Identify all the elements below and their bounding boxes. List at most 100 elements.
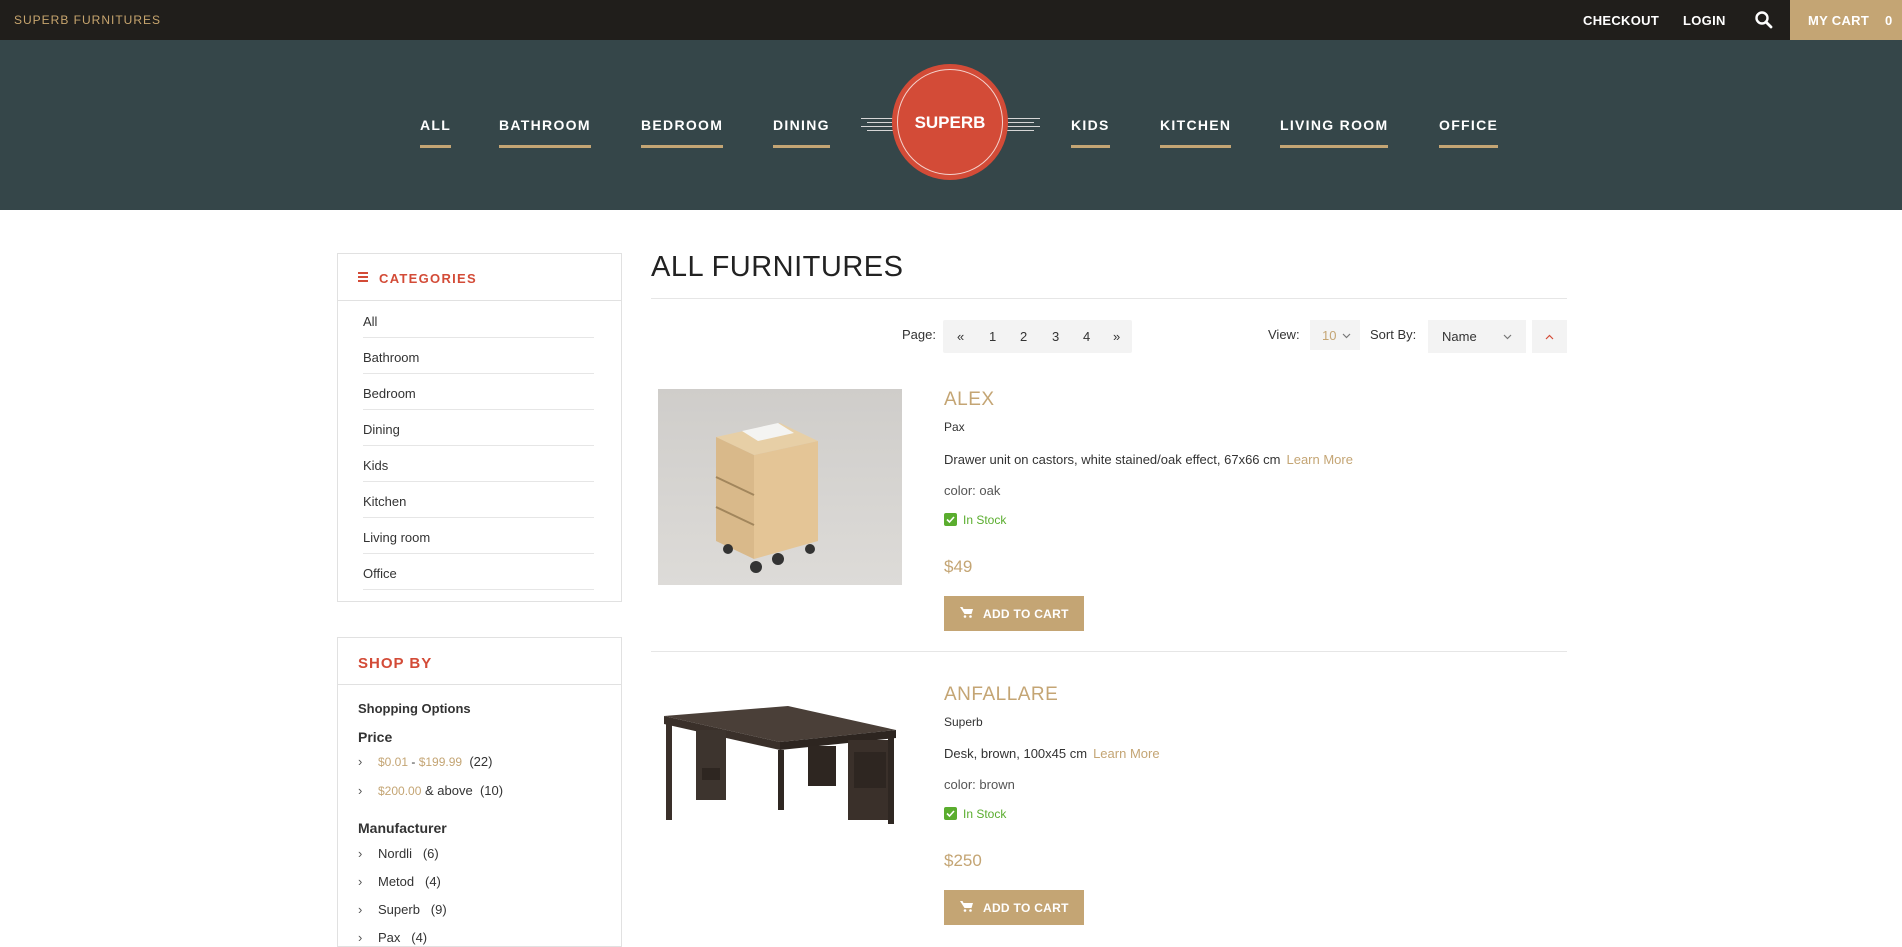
sort-select-value: Name: [1442, 329, 1477, 344]
product-price: $250: [944, 851, 982, 870]
manufacturer-option[interactable]: › Pax (4): [358, 930, 427, 945]
product-divider: [651, 651, 1567, 652]
page-label: Page:: [902, 327, 936, 342]
product-color: color: brown: [944, 777, 1015, 792]
login-link[interactable]: LOGIN: [1683, 13, 1726, 28]
nav-item-office[interactable]: OFFICE: [1439, 117, 1499, 148]
category-item-all[interactable]: All: [363, 302, 594, 338]
category-item-kitchen[interactable]: Kitchen: [363, 482, 594, 518]
category-item-dining[interactable]: Dining: [363, 410, 594, 446]
product-title-anfallare[interactable]: ANFALLARE: [944, 684, 1058, 706]
pagination-page-2[interactable]: 2: [1020, 329, 1027, 344]
product-image-anfallare[interactable]: [658, 680, 902, 876]
add-to-cart-label: ADD TO CART: [983, 607, 1069, 621]
pagination: « 1 2 3 4 »: [943, 320, 1132, 353]
nav-item-living-room[interactable]: LIVING ROOM: [1280, 117, 1389, 148]
pagination-page-4[interactable]: 4: [1083, 329, 1090, 344]
product-brand: Superb: [944, 715, 983, 729]
nav-item-label: KIDS: [1071, 117, 1110, 133]
superb-logo[interactable]: SUPERB: [892, 64, 1008, 180]
chevron-right-icon: ›: [358, 846, 363, 861]
chevron-right-icon: ›: [358, 930, 363, 945]
view-select-value: 10: [1322, 328, 1337, 343]
categories-header: CATEGORIES: [338, 254, 621, 301]
cart-icon: [960, 607, 973, 618]
price-filter-label: Price: [358, 729, 393, 745]
category-item-bathroom[interactable]: Bathroom: [363, 338, 594, 374]
nav-item-label: ALL: [420, 117, 452, 133]
categories-title: CATEGORIES: [379, 271, 477, 286]
page-title: ALL FURNITURES: [651, 251, 904, 283]
price-filter-option-1[interactable]: › $0.01 - $199.99 (22): [358, 754, 492, 769]
view-label: View:: [1268, 327, 1300, 342]
cart-count: 0: [1885, 13, 1893, 28]
check-icon: [944, 513, 957, 526]
product-description: Desk, brown, 100x45 cm Learn More: [944, 746, 1160, 761]
sort-label: Sort By:: [1370, 327, 1417, 342]
product-color: color: oak: [944, 483, 1001, 498]
pagination-page-3[interactable]: 3: [1052, 329, 1059, 344]
category-item-living-room[interactable]: Living room: [363, 518, 594, 554]
stock-status: In Stock: [944, 807, 1006, 821]
logo-text: SUPERB: [914, 113, 986, 132]
categories-panel: CATEGORIES All Bathroom Bedroom Dining K…: [337, 253, 622, 602]
price-filter-option-2[interactable]: › $200.00 & above (10): [358, 783, 503, 798]
nav-item-label: KITCHEN: [1160, 117, 1232, 133]
nav-item-label: BATHROOM: [499, 117, 591, 133]
category-item-bedroom[interactable]: Bedroom: [363, 374, 594, 410]
site-brand-link[interactable]: SUPERB FURNITURES: [14, 13, 161, 27]
chevron-down-icon: [1342, 333, 1351, 339]
my-cart-button[interactable]: MY CART 0: [1790, 0, 1902, 40]
product-brand: Pax: [944, 420, 965, 434]
nav-item-bathroom[interactable]: BATHROOM: [499, 117, 591, 148]
cart-icon: [960, 901, 973, 912]
nav-item-kitchen[interactable]: KITCHEN: [1160, 117, 1232, 148]
product-image-alex[interactable]: [658, 389, 902, 585]
sort-select[interactable]: Name: [1428, 320, 1526, 353]
pagination-next[interactable]: »: [1113, 329, 1120, 344]
nav-item-dining[interactable]: DINING: [773, 117, 830, 148]
view-select[interactable]: 10: [1310, 320, 1360, 350]
shop-by-header: SHOP BY: [338, 638, 621, 685]
top-bar: SUPERB FURNITURES CHECKOUT LOGIN: [0, 0, 1902, 40]
manufacturer-option[interactable]: › Nordli (6): [358, 846, 439, 861]
check-icon: [944, 807, 957, 820]
add-to-cart-label: ADD TO CART: [983, 901, 1069, 915]
shop-by-panel: SHOP BY Shopping Options Price › $0.01 - …: [337, 637, 622, 947]
chevron-up-icon: [1545, 334, 1554, 340]
product-title-alex[interactable]: ALEX: [944, 389, 995, 411]
checkout-link[interactable]: CHECKOUT: [1583, 13, 1659, 28]
manufacturer-filter-label: Manufacturer: [358, 820, 447, 836]
nav-item-kids[interactable]: KIDS: [1071, 117, 1110, 148]
nav-item-label: DINING: [773, 117, 830, 133]
add-to-cart-button[interactable]: ADD TO CART: [944, 890, 1084, 925]
title-divider: [651, 298, 1567, 299]
cart-label: MY CART: [1808, 13, 1870, 28]
sort-direction-button[interactable]: [1532, 320, 1567, 353]
learn-more-link[interactable]: Learn More: [1286, 452, 1352, 467]
nav-item-bedroom[interactable]: BEDROOM: [641, 117, 724, 148]
menu-icon: [358, 272, 368, 282]
nav-item-label: LIVING ROOM: [1280, 117, 1389, 133]
product-description: Drawer unit on castors, white stained/oa…: [944, 452, 1353, 467]
pagination-page-1[interactable]: 1: [989, 329, 996, 344]
shop-by-title: SHOP BY: [358, 655, 433, 672]
nav-item-label: BEDROOM: [641, 117, 724, 133]
chevron-right-icon: ›: [358, 783, 363, 798]
chevron-down-icon: [1503, 334, 1512, 340]
search-icon[interactable]: [1754, 10, 1774, 30]
chevron-right-icon: ›: [358, 874, 363, 889]
chevron-right-icon: ›: [358, 902, 363, 917]
nav-item-all[interactable]: ALL: [420, 117, 452, 148]
manufacturer-option[interactable]: › Metod (4): [358, 874, 441, 889]
add-to-cart-button[interactable]: ADD TO CART: [944, 596, 1084, 631]
learn-more-link[interactable]: Learn More: [1093, 746, 1159, 761]
nav-item-label: OFFICE: [1439, 117, 1499, 133]
chevron-right-icon: ›: [358, 754, 363, 769]
category-item-office[interactable]: Office: [363, 554, 594, 590]
category-item-kids[interactable]: Kids: [363, 446, 594, 482]
shopping-options-label: Shopping Options: [358, 701, 471, 716]
product-price: $49: [944, 557, 973, 576]
manufacturer-option[interactable]: › Superb (9): [358, 902, 447, 917]
pagination-prev[interactable]: «: [957, 329, 964, 344]
